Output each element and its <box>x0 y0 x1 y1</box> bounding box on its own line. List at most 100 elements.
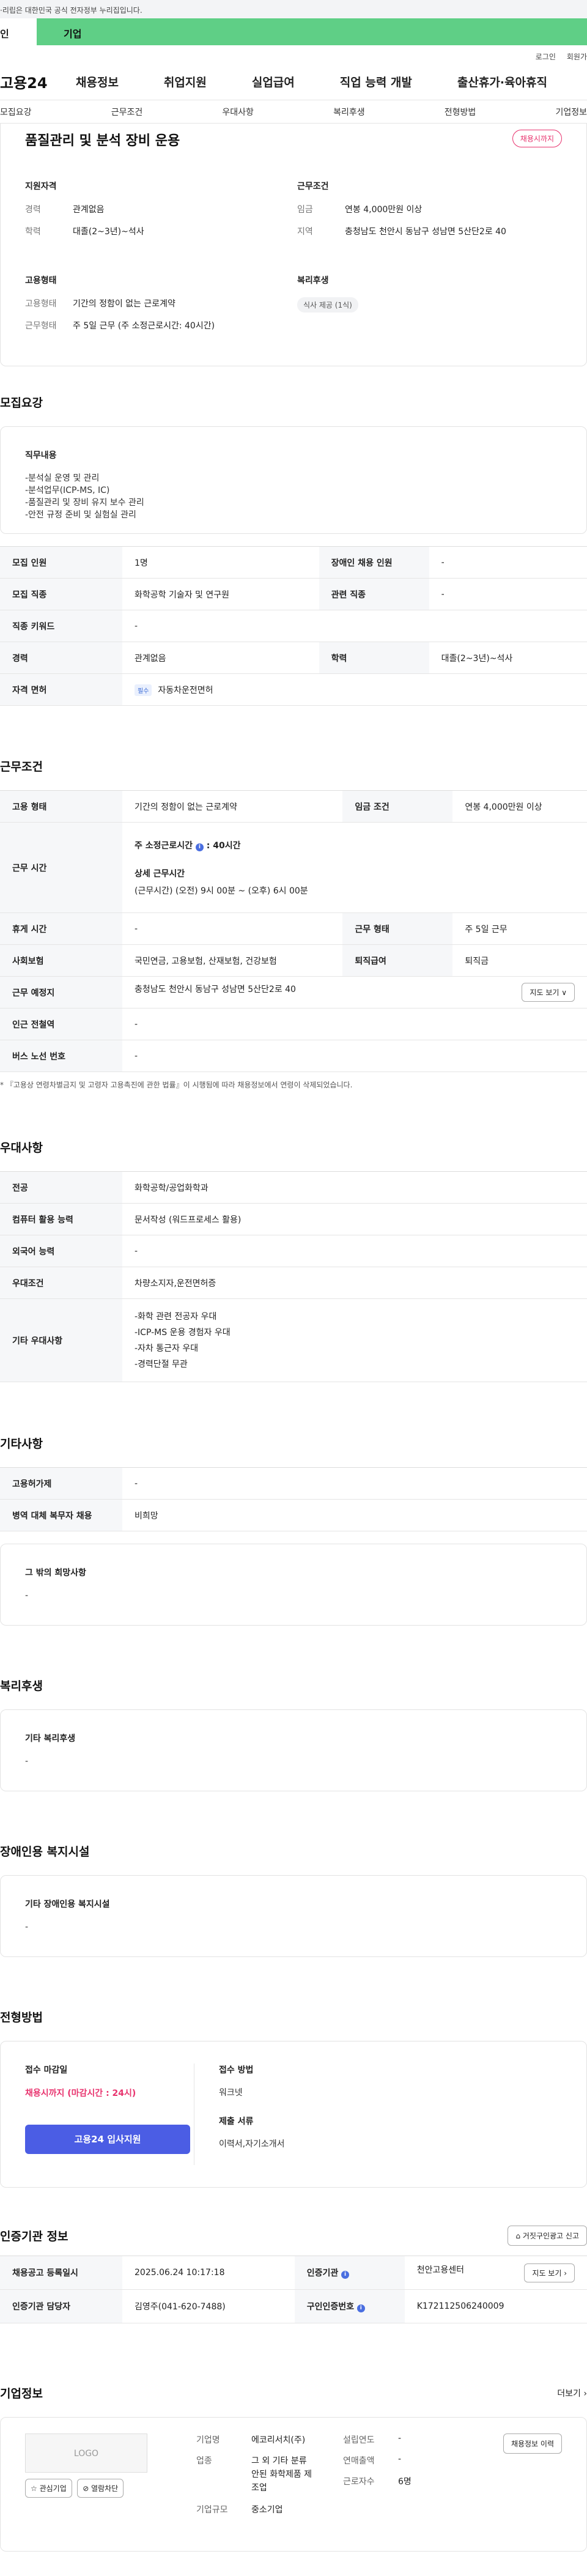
work-form-value: 주 5일 근무 (주 소정근로시간: 40시간) <box>73 321 215 331</box>
agency-label: 인증기관 i <box>294 2256 405 2290</box>
global-nav: 고용24 채용정보 취업지원 실업급여 직업 능력 개발 출산휴가·육아휴직 <box>0 64 587 100</box>
employees-value: 6명 <box>398 2477 412 2487</box>
tab-company[interactable]: 기업 <box>37 18 587 45</box>
subnav-recruit[interactable]: 모집요강 <box>0 106 32 118</box>
region-value: 충청남도 천안시 동남구 성남면 5산단2로 40 <box>345 227 506 237</box>
detail-hours-value: (근무시간) (오전) 9시 00분 ~ (오후) 6시 00분 <box>135 886 308 896</box>
rest-label: 휴게 시간 <box>0 912 122 945</box>
company-info-col2: 설립연도 - 연매출액 - 근로자수 6명 <box>343 2434 441 2551</box>
workplace-cell: 충청남도 천안시 동남구 성남면 5산단2로 40 지도 보기 ∨ <box>122 976 587 1009</box>
industry-line: 조업 <box>251 2483 267 2493</box>
license-label: 자격 면허 <box>0 673 122 706</box>
company-logo: LOGO <box>25 2434 147 2473</box>
staff-value: 김영주(041-620-7488) <box>122 2289 295 2323</box>
welfare-section-title: 복리후생 <box>0 1679 43 1693</box>
subnav-conditions[interactable]: 근무조건 <box>111 106 143 118</box>
gnb-item-jobs[interactable]: 채용정보 <box>76 73 119 90</box>
job-keyword-value: - <box>122 610 587 642</box>
career-label: 경력 <box>25 205 41 215</box>
recruit-count-label: 모집 인원 <box>0 546 122 579</box>
gnb-item-unemployment-benefit[interactable]: 실업급여 <box>252 73 295 90</box>
industry-value: 그 외 기타 분류 안된 화학제품 제 조업 <box>251 2454 312 2495</box>
employment-type-label: 고용형태 <box>25 299 57 309</box>
company-card: LOGO ☆ 관심기업 ⊘ 열람차단 기업명 에코리서치(주) 업종 그 외 기타 … <box>0 2417 587 2552</box>
favorite-company-button[interactable]: ☆ 관심기업 <box>25 2479 72 2498</box>
pc-skill-label: 컴퓨터 활용 능력 <box>0 1203 122 1235</box>
recruit-count-value: 1명 <box>122 546 319 579</box>
apply-docs-value: 이력서,자기소개서 <box>219 2139 285 2149</box>
job-summary-card: 품질관리 및 분석 장비 운용 채용시까지 지원자격 경력 관계없음 학력 대졸(2… <box>0 124 587 366</box>
apply-button[interactable]: 고용24 입사지원 <box>25 2125 190 2154</box>
recruit-table: 모집 인원 1명 장애인 채용 인원 - 모집 직종 화학공학 기술자 및 연구원 관련 … <box>0 546 587 706</box>
gov-banner-text: ·리립은 대한민국 공식 전자정부 누리집입니다. <box>0 6 142 15</box>
bus-label: 버스 노선 번호 <box>0 1040 122 1072</box>
gnb-item-parental-leave[interactable]: 출산휴가·육아휴직 <box>457 73 547 90</box>
related-job-label: 관련 직종 <box>319 578 429 610</box>
apply-method-area: 접수 방법 워크넷 제출 서류 이력서,자기소개서 <box>194 2063 285 2165</box>
disabled-box-value: - <box>25 1922 29 1932</box>
detail-hours-heading: 상세 근무시간 <box>135 868 185 879</box>
apply-method-value: 워크넷 <box>219 2088 243 2098</box>
conditions-table: 고용 형태 기간의 정함이 없는 근로계약 임금 조건 연봉 4,000만원 이상 근… <box>0 790 587 1072</box>
apply-docs-heading: 제출 서류 <box>219 2117 254 2126</box>
disabled-hire-value: - <box>429 546 587 579</box>
insurance-value: 국민연금, 고용보험, 산재보험, 건강보험 <box>122 944 343 977</box>
military-label: 병역 대체 복무자 채용 <box>0 1499 122 1531</box>
info-icon[interactable]: i <box>356 2304 365 2312</box>
login-link[interactable]: 로그인 <box>536 53 556 61</box>
info-icon[interactable]: i <box>195 843 204 851</box>
report-ad-button[interactable]: ⌂ 거짓구인광고 신고 <box>508 2226 587 2246</box>
home-icon: ⌂ <box>515 2232 523 2240</box>
wage-label: 임금 <box>297 205 313 215</box>
auth-number-value: K172112506240009 <box>404 2289 587 2323</box>
insurance-label: 사회보험 <box>0 944 122 977</box>
subnav-welfare[interactable]: 복리후생 <box>333 106 365 118</box>
hours-label: 근무 시간 <box>0 822 122 913</box>
job-title: 품질관리 및 분석 장비 운용 <box>25 133 180 149</box>
job-keyword-label: 직종 키워드 <box>0 610 122 642</box>
severance-value: 퇴직금 <box>452 944 587 977</box>
welfare-chip: 식사 제공 (1식) <box>297 297 358 313</box>
block-company-button[interactable]: ⊘ 열람차단 <box>77 2479 124 2498</box>
language-value: - <box>122 1235 587 1267</box>
duty-line: -안전 규정 준비 및 실험실 관리 <box>25 510 136 520</box>
section-subnav: 모집요강 근무조건 우대사항 복리후생 전형방법 기업정보 <box>0 100 587 124</box>
license-value: 자동차운전면허 <box>158 685 213 695</box>
education-label: 학력 <box>25 227 41 237</box>
founded-value: - <box>398 2434 402 2443</box>
etc-pref-line: -자차 통근자 우대 <box>135 1343 199 1353</box>
major-label: 전공 <box>0 1171 122 1204</box>
education-row-label: 학력 <box>319 642 429 674</box>
apply-deadline-value: 채용시까지 (마감시간 : 24시) <box>25 2089 136 2098</box>
job-history-button[interactable]: 채용정보 이력 <box>503 2434 562 2454</box>
subnav-company[interactable]: 기업정보 <box>555 106 587 118</box>
auth-number-label: 구인인증번호 i <box>294 2289 405 2323</box>
map-toggle-button[interactable]: 지도 보기 ∨ <box>522 983 575 1002</box>
sales-value: - <box>398 2454 402 2464</box>
subnav-preferences[interactable]: 우대사항 <box>222 106 254 118</box>
welfare-box-heading: 기타 복리후생 <box>25 1734 76 1744</box>
tab-individual[interactable]: 인 <box>0 18 37 45</box>
duty-line: -품질관리 및 장비 유지 보수 관리 <box>25 498 144 508</box>
gnb-item-employment-support[interactable]: 취업지원 <box>164 73 207 90</box>
utility-links: 로그인 회원가 <box>0 45 587 64</box>
pc-skill-value: 문서작성 (워드프로세스 활용) <box>122 1203 587 1235</box>
signup-link[interactable]: 회원가 <box>567 53 587 61</box>
qualification-heading: 지원자격 <box>25 182 57 191</box>
info-icon[interactable]: i <box>341 2271 350 2279</box>
apply-section-title: 전형방법 <box>0 2011 43 2024</box>
scale-label: 기업규모 <box>196 2505 228 2515</box>
duty-line: -분석실 운영 및 관리 <box>25 473 100 483</box>
gnb-item-job-training[interactable]: 직업 능력 개발 <box>340 73 412 90</box>
apply-deadline-heading: 접수 마감일 <box>25 2065 68 2075</box>
required-tag: 필수 <box>135 684 152 696</box>
work-form-row-value: 주 5일 근무 <box>452 912 587 945</box>
qualification-block: 지원자격 경력 관계없음 학력 대졸(2~3년)~석사 <box>25 180 297 247</box>
subnav-selection[interactable]: 전형방법 <box>445 106 476 118</box>
wish-value: - <box>25 1591 29 1601</box>
education-row-value: 대졸(2~3년)~석사 <box>429 642 587 674</box>
agency-table: 채용공고 등록일시 2025.06.24 10:17:18 인증기관 i 천안고용센터… <box>0 2256 587 2323</box>
agency-map-button[interactable]: 지도 보기 › <box>524 2263 575 2282</box>
company-more-link[interactable]: 더보기 › <box>557 2387 587 2399</box>
site-logo[interactable]: 고용24 <box>0 71 76 92</box>
